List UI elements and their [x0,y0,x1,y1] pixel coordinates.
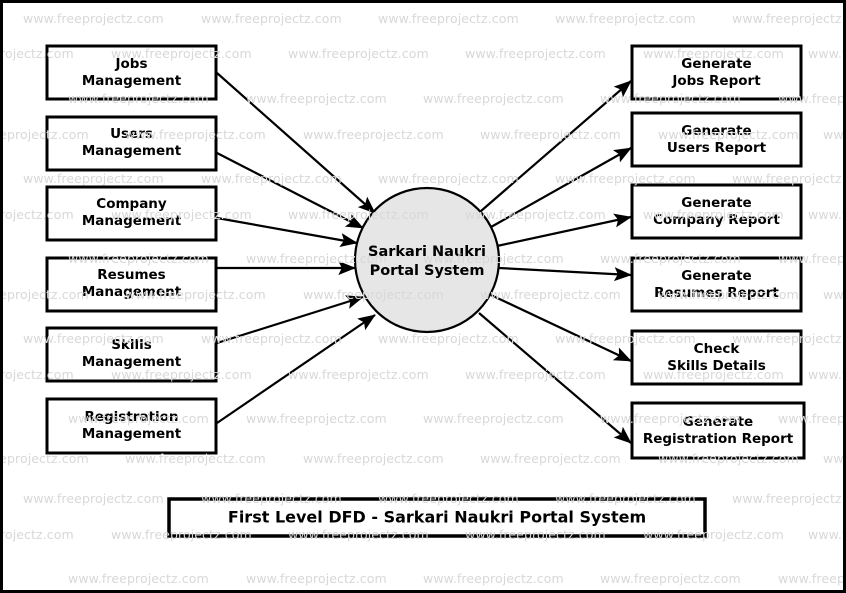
flow-process-to-generate-registration-report [478,312,632,444]
entity-generate-company-report[interactable]: Generate Company Report [630,183,803,240]
entity-users-management-line2: Management [82,143,182,159]
entity-company-management-line1: Company [96,196,167,212]
entity-jobs-management[interactable]: Jobs Management [45,44,218,101]
dfd-diagram-page: Jobs Management Users Management Company… [0,0,846,593]
entity-company-management-line2: Management [82,213,182,229]
entity-registration-management-line1: Registration [84,409,178,425]
entity-registration-management-line2: Management [82,426,182,442]
entity-generate-jobs-report-line2: Jobs Report [671,73,761,89]
entity-jobs-management-line1: Jobs [115,56,148,72]
entity-users-management-line1: Users [110,126,153,142]
flow-process-to-generate-company-report [496,213,632,248]
entity-check-skills-details[interactable]: Check Skills Details [630,329,803,386]
entity-generate-registration-report[interactable]: Generate Registration Report [630,401,806,460]
entity-generate-registration-report-line1: Generate [683,414,753,430]
flow-process-to-generate-resumes-report [498,266,632,282]
entity-skills-management[interactable]: Skills Management [45,326,218,383]
entity-skills-management-line2: Management [82,354,182,370]
entity-jobs-management-line2: Management [82,73,182,89]
flow-registration-management-to-process [216,314,376,424]
entity-generate-resumes-report[interactable]: Generate Resumes Report [630,256,803,313]
entity-generate-company-report-line2: Company Report [653,212,780,228]
entity-check-skills-details-line2: Skills Details [667,358,766,374]
entity-generate-users-report-line1: Generate [681,123,751,139]
entity-generate-users-report-line2: Users Report [667,140,767,156]
input-flows [216,72,376,424]
entity-resumes-management-line2: Management [82,284,182,300]
diagram-title: First Level DFD - Sarkari Naukri Portal … [228,508,646,527]
entity-generate-company-report-line1: Generate [681,195,751,211]
process-label-line2: Portal System [370,263,485,279]
flow-process-to-check-skills-details [490,294,632,362]
output-flows [478,80,632,444]
flow-users-management-to-process [216,152,364,229]
diagram-title-box: First Level DFD - Sarkari Naukri Portal … [167,497,707,538]
flow-company-management-to-process [216,216,358,247]
entity-check-skills-details-line1: Check [694,341,741,357]
entity-resumes-management-line1: Resumes [97,267,165,283]
entity-generate-jobs-report[interactable]: Generate Jobs Report [630,44,803,101]
entity-generate-jobs-report-line1: Generate [681,56,751,72]
entity-company-management[interactable]: Company Management [45,185,218,242]
dfd-canvas: Jobs Management Users Management Company… [45,44,806,538]
flow-jobs-management-to-process [216,72,376,214]
flow-skills-management-to-process [216,295,364,345]
entity-generate-resumes-report-line1: Generate [681,268,751,284]
entity-generate-registration-report-line2: Registration Report [643,431,794,447]
entity-users-management[interactable]: Users Management [45,115,218,172]
process-label-line1: Sarkari Naukri [368,244,486,260]
entity-generate-resumes-report-line2: Resumes Report [654,285,779,301]
flow-process-to-generate-users-report [490,147,632,228]
process-sarkari-naukri-portal-system[interactable]: Sarkari Naukri Portal System [353,186,501,334]
entity-skills-management-line1: Skills [111,337,152,353]
entity-generate-users-report[interactable]: Generate Users Report [630,111,803,168]
entity-registration-management[interactable]: Registration Management [45,397,218,455]
entity-resumes-management[interactable]: Resumes Management [45,256,218,313]
